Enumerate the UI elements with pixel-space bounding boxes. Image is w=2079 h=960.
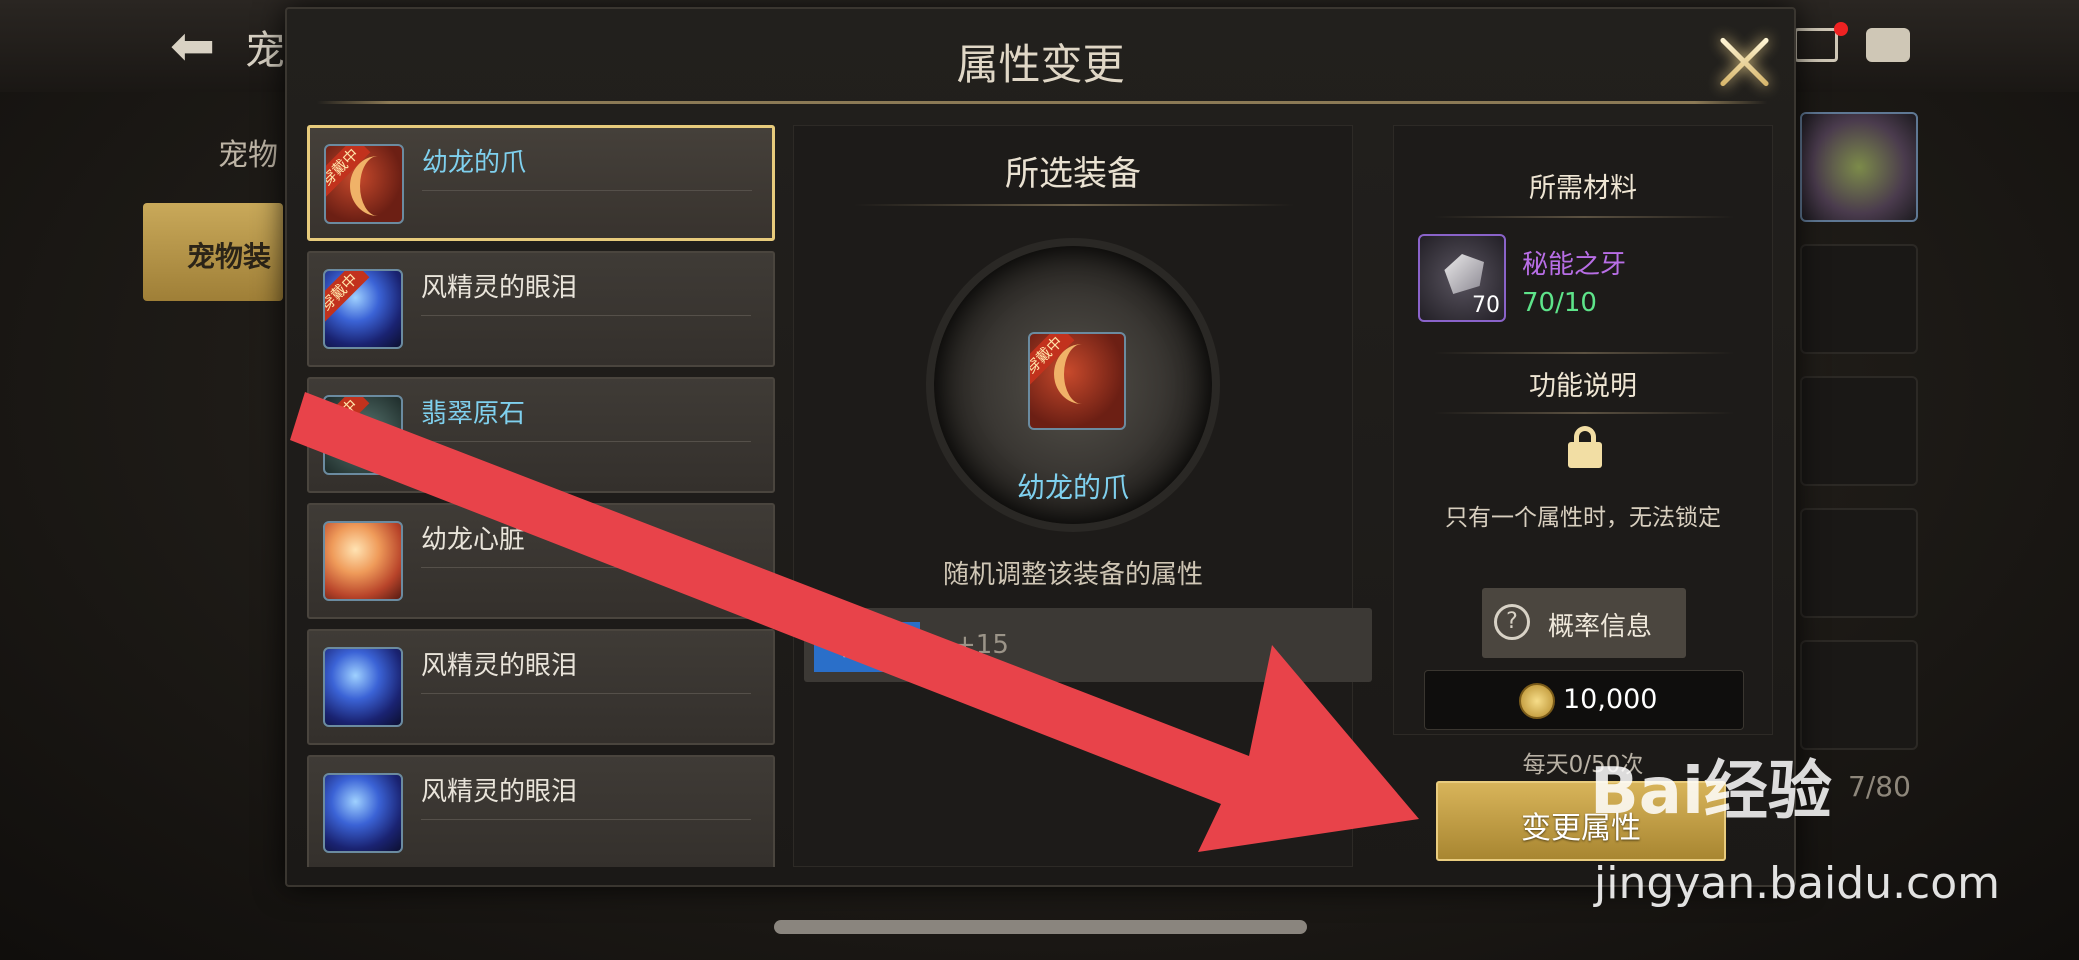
divider [1434,412,1734,414]
item-name: 风精灵的眼泪 [421,777,578,807]
panel-title: 所选装备 [1005,154,1141,194]
blue-orb-icon [323,647,403,727]
item-name: 风精灵的眼泪 [421,273,578,303]
divider [421,819,751,820]
function-title: 功能说明 [1529,371,1637,402]
equipment-list[interactable]: 穿戴中 幼龙的爪 穿戴中 风精灵的眼泪 穿戴中 翡翠原石 幼龙心脏 风精灵的眼泪… [307,125,777,867]
title-divider [317,101,1767,104]
attribute-row: 高级 +15 [804,608,1372,682]
material-quantity: 70/10 [1522,288,1597,318]
equipped-ribbon: 穿戴中 [1030,334,1075,386]
home-indicator[interactable] [774,920,1307,934]
divider [1434,216,1734,218]
list-item[interactable]: 穿戴中 风精灵的眼泪 [307,251,775,367]
inventory-slot[interactable] [1800,640,1918,750]
watermark-url: jingyan.baidu.com [1594,858,2001,909]
list-item[interactable]: 穿戴中 翡翠原石 [307,377,775,493]
equipped-ribbon: 穿戴中 [325,397,370,449]
material-name: 秘能之牙 [1522,250,1627,280]
list-item[interactable]: 风精灵的眼泪 [307,755,775,867]
blue-orb-icon: 穿戴中 [323,269,403,349]
lock-note: 只有一个属性时，无法锁定 [1445,505,1721,531]
divider [421,441,751,442]
fang-material-icon[interactable]: 70 [1418,234,1506,322]
chat-icon[interactable] [1866,28,1910,62]
inventory-slot[interactable] [1800,376,1918,486]
cost-box: 10,000 [1424,670,1744,730]
cost-value: 10,000 [1563,684,1658,715]
dialog-title: 属性变更 [956,40,1125,89]
list-item[interactable]: 幼龙心脏 [307,503,775,619]
item-name: 风精灵的眼泪 [421,651,578,681]
inventory-slots [1800,112,1920,772]
notification-dot [1834,22,1848,36]
claw-icon: 穿戴中 [324,144,404,224]
lock-icon[interactable] [1568,426,1602,468]
divider [422,190,752,191]
lock-body [1568,442,1602,468]
selected-equipment-panel: 所选装备 穿戴中 幼龙的爪 随机调整该装备的属性 高级 +15 [793,125,1372,867]
page-title: 宠 [245,28,285,74]
item-name: 翡翠原石 [421,399,526,429]
divider [421,693,751,694]
probability-label: 概率信息 [1548,612,1653,642]
divider [421,567,751,568]
list-item[interactable]: 穿戴中 幼龙的爪 [307,125,775,241]
selected-claw-icon: 穿戴中 [1028,332,1126,430]
inventory-slot[interactable] [1800,244,1918,354]
back-arrow-icon[interactable]: ⬅ [170,16,240,76]
list-item[interactable]: 风精灵的眼泪 [307,629,775,745]
material-count: 70 [1472,293,1500,318]
probability-info-button[interactable]: ? 概率信息 [1482,588,1686,658]
dragon-heart-icon [323,521,403,601]
inventory-slot[interactable] [1800,112,1918,222]
divider [1434,352,1734,354]
mail-icon[interactable] [1794,28,1838,62]
rock-icon [1444,254,1484,294]
divider [421,315,751,316]
baidu-watermark: Bai经验 jingyan.baidu.com [1590,740,2060,920]
gold-coin-icon [1519,683,1555,719]
grade-badge: 高级 [814,622,920,672]
item-name: 幼龙心脏 [421,525,526,555]
attribute-value: +15 [954,630,1009,660]
attribute-change-dialog: 属性变更 穿戴中 幼龙的爪 穿戴中 风精灵的眼泪 穿戴中 翡翠原石 幼龙心脏 风… [285,7,1796,887]
sidebar-item-pet-equipment[interactable]: 宠物装 [143,203,283,301]
inventory-slot[interactable] [1800,508,1918,618]
close-icon[interactable] [1712,29,1778,95]
question-icon: ? [1494,604,1530,640]
panel-description: 随机调整该装备的属性 [942,560,1203,590]
watermark-logo: Bai经验 [1590,755,1832,829]
blue-orb-icon [323,773,403,853]
emerald-stone-icon: 穿戴中 [323,395,403,475]
selected-item-name: 幼龙的爪 [1016,471,1129,504]
item-name: 幼龙的爪 [422,148,527,178]
materials-title: 所需材料 [1529,173,1637,204]
equipped-ribbon: 穿戴中 [325,271,370,323]
sidebar-item-pet[interactable]: 宠物 [218,130,278,174]
divider [854,204,1294,206]
equipped-ribbon: 穿戴中 [326,146,371,198]
materials-panel: 所需材料 70 秘能之牙 70/10 功能说明 只有一个属性时，无法锁定 ? 概… [1393,125,1773,735]
